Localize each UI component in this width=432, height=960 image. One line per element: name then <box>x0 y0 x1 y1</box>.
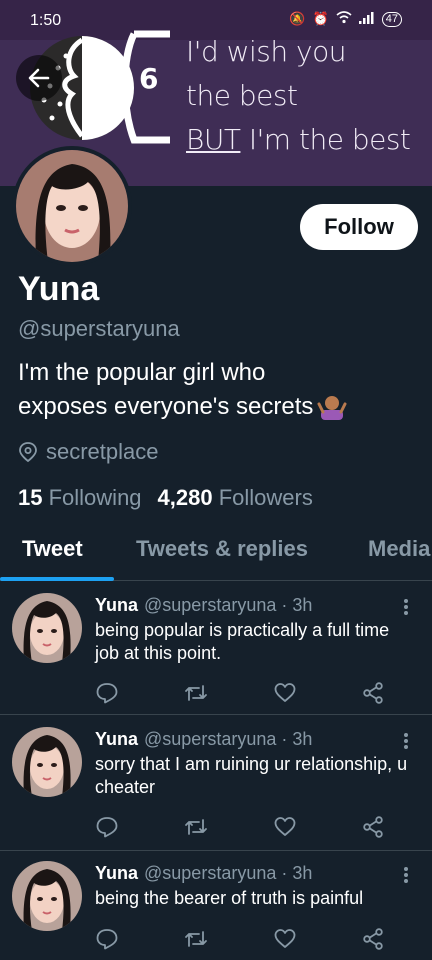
like-icon[interactable] <box>273 815 297 839</box>
tweet-avatar[interactable] <box>12 861 82 931</box>
follow-stats: 15 Following 4,280 Followers <box>18 485 313 511</box>
status-icons: 🔕 ⏰ 47 <box>289 11 402 27</box>
tweet-text: being popular is practically a full time… <box>95 620 390 663</box>
reply-icon[interactable] <box>95 815 119 839</box>
retweet-icon[interactable] <box>183 815 209 839</box>
tweet-actions <box>95 815 385 839</box>
tweet-item[interactable]: Yuna @superstaryuna · 3h being the bearer… <box>0 851 432 960</box>
tweet-item[interactable]: Yuna @superstaryuna · 3h being popular is… <box>0 581 432 715</box>
tweet-header: Yuna @superstaryuna · 3h <box>95 729 313 749</box>
retweet-icon[interactable] <box>183 681 209 705</box>
location-pin-icon <box>19 442 37 463</box>
svg-text:6: 6 <box>139 62 158 95</box>
tweet-avatar[interactable] <box>12 727 82 797</box>
wifi-icon <box>336 11 352 27</box>
tweet-text: sorry that I am ruining ur relationship,… <box>95 754 408 797</box>
mute-icon: 🔕 <box>289 11 306 26</box>
like-icon[interactable] <box>273 681 297 705</box>
share-icon[interactable] <box>361 927 385 951</box>
tweet-actions <box>95 681 385 705</box>
banner-line-3: BUT I'm the best <box>186 123 411 156</box>
share-icon[interactable] <box>361 815 385 839</box>
battery-indicator: 47 <box>381 11 402 27</box>
reply-icon[interactable] <box>95 927 119 951</box>
tweet-item[interactable]: Yuna @superstaryuna · 3h sorry that I am … <box>0 715 432 851</box>
tab-tweets[interactable]: Tweet <box>22 536 83 562</box>
share-icon[interactable] <box>361 681 385 705</box>
profile-bio: I'm the popular girl who exposes everyon… <box>18 356 418 430</box>
tweet-header: Yuna @superstaryuna · 3h <box>95 863 313 883</box>
signal-icon <box>358 11 375 27</box>
arrow-left-icon <box>28 68 50 88</box>
tab-media[interactable]: Media <box>368 536 430 562</box>
more-options-icon[interactable] <box>404 731 410 751</box>
reply-icon[interactable] <box>95 681 119 705</box>
followers-link[interactable]: 4,280 Followers <box>158 485 313 511</box>
profile-name: Yuna <box>18 270 100 308</box>
alarm-icon: ⏰ <box>312 11 329 26</box>
more-options-icon[interactable] <box>404 865 410 885</box>
tweet-header: Yuna @superstaryuna · 3h <box>95 595 313 615</box>
retweet-icon[interactable] <box>183 927 209 951</box>
tweet-avatar[interactable] <box>12 593 82 663</box>
follow-button[interactable]: Follow <box>300 204 418 250</box>
banner-text: I'd wish you the best BUT I'm the best <box>186 30 411 162</box>
profile-tabs: Tweet Tweets & replies Media <box>0 524 432 581</box>
like-icon[interactable] <box>273 927 297 951</box>
banner-line-1: I'd wish you <box>186 35 347 68</box>
tweet-text: being the bearer of truth is painful <box>95 888 364 908</box>
profile-handle: @superstaryuna <box>18 316 180 341</box>
more-options-icon[interactable] <box>404 597 410 617</box>
profile-avatar[interactable] <box>12 146 132 266</box>
profile-location: secretplace <box>18 439 159 465</box>
banner-line-2: the best <box>186 79 298 112</box>
following-link[interactable]: 15 Following <box>18 485 142 511</box>
tweet-actions <box>95 927 385 951</box>
back-button[interactable] <box>16 55 62 101</box>
tab-tweets-replies[interactable]: Tweets & replies <box>136 536 308 562</box>
shrug-emoji-icon <box>317 390 347 430</box>
